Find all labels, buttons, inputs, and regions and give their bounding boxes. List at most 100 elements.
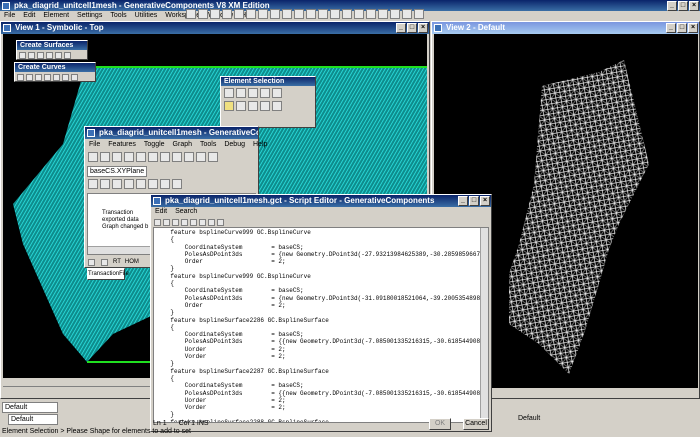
point-icon[interactable] — [100, 179, 110, 189]
fence-icon[interactable] — [236, 88, 246, 98]
variables-icon[interactable] — [208, 152, 218, 162]
base-cs-field[interactable]: baseCS.XYPlane — [87, 166, 147, 177]
shape-icon[interactable] — [248, 101, 258, 111]
solid-icon[interactable] — [136, 179, 146, 189]
script-icon[interactable] — [136, 152, 146, 162]
gc-menu-graph[interactable]: Graph — [173, 140, 192, 150]
snap-icon[interactable] — [390, 9, 400, 19]
curve-tool-icon[interactable] — [17, 74, 24, 82]
clip-volume-icon[interactable] — [366, 9, 376, 19]
play-icon[interactable] — [160, 152, 170, 162]
save-icon[interactable] — [112, 152, 122, 162]
script-vertical-scrollbar[interactable] — [480, 228, 488, 422]
main-menu-edit[interactable]: Edit — [23, 11, 35, 21]
render-icon[interactable] — [330, 9, 340, 19]
main-menu-utilities[interactable]: Utilities — [135, 11, 158, 21]
undo-icon[interactable] — [186, 9, 196, 19]
outdent-icon[interactable] — [208, 219, 215, 227]
gc-menu-debug[interactable]: Debug — [224, 140, 245, 150]
copy-icon[interactable] — [163, 219, 170, 227]
display-style-icon[interactable] — [354, 9, 364, 19]
script-editor-maximize[interactable]: □ — [469, 196, 479, 206]
main-menu-settings[interactable]: Settings — [77, 11, 102, 21]
graph-icon[interactable] — [124, 152, 134, 162]
gc-menu-help[interactable]: Help — [253, 140, 267, 150]
view-previous-icon[interactable] — [282, 9, 292, 19]
script-editor-menu-edit[interactable]: Edit — [155, 207, 167, 217]
view-2-close[interactable]: × — [688, 23, 698, 33]
zoom-in-icon[interactable] — [222, 9, 232, 19]
select-all-icon[interactable] — [224, 101, 234, 111]
gc-menu-tools[interactable]: Tools — [200, 140, 216, 150]
gc-menu-features[interactable]: Features — [108, 140, 136, 150]
main-menu-tools[interactable]: Tools — [110, 11, 126, 21]
script-editor-close[interactable]: × — [480, 196, 490, 206]
view-1-maximize[interactable]: □ — [407, 23, 417, 33]
view-2-minimize[interactable]: _ — [666, 23, 676, 33]
main-menu-element[interactable]: Element — [43, 11, 69, 21]
main-menu-file[interactable]: File — [4, 11, 15, 21]
curve-tool-icon[interactable] — [26, 74, 33, 82]
curve-tool-icon[interactable] — [44, 74, 51, 82]
law-icon[interactable] — [160, 179, 170, 189]
copy-view-icon[interactable] — [306, 9, 316, 19]
feature-icon[interactable] — [88, 179, 98, 189]
clear-icon[interactable] — [236, 101, 246, 111]
pan-view-icon[interactable] — [270, 9, 280, 19]
view-2-maximize[interactable]: □ — [677, 23, 687, 33]
zoom-out-icon[interactable] — [234, 9, 244, 19]
view-next-icon[interactable] — [294, 9, 304, 19]
accudraw-icon[interactable] — [402, 9, 412, 19]
curve-icon[interactable] — [112, 179, 122, 189]
curve-tool-icon[interactable] — [35, 74, 42, 82]
indent-icon[interactable] — [199, 219, 206, 227]
record-icon[interactable] — [196, 152, 206, 162]
circle-icon[interactable] — [272, 101, 282, 111]
measure-icon[interactable] — [378, 9, 388, 19]
curve-tool-icon[interactable] — [62, 74, 69, 82]
replicate-icon[interactable] — [172, 179, 182, 189]
redo-icon[interactable] — [198, 9, 208, 19]
symbolic-icon[interactable] — [148, 152, 158, 162]
camera-icon[interactable] — [318, 9, 328, 19]
gc-menu-file[interactable]: File — [89, 140, 100, 150]
find-icon[interactable] — [181, 219, 188, 227]
surface-tool-icon[interactable] — [37, 52, 44, 60]
surface-tool-icon[interactable] — [46, 52, 53, 60]
gc-menu-toggle[interactable]: Toggle — [144, 140, 165, 150]
surface-tool-icon[interactable] — [19, 52, 26, 60]
surface-tool-icon[interactable] — [64, 52, 71, 60]
tab-transaction-file[interactable]: TransactionFile — [87, 268, 129, 280]
surface-tool-icon[interactable] — [55, 52, 62, 60]
cut-icon[interactable] — [154, 219, 161, 227]
view-1-minimize[interactable]: _ — [396, 23, 406, 33]
invert-icon[interactable] — [272, 88, 282, 98]
step-icon[interactable] — [184, 152, 194, 162]
script-editor-menu-search[interactable]: Search — [175, 207, 197, 217]
subtract-icon[interactable] — [260, 88, 270, 98]
curve-tool-icon[interactable] — [53, 74, 60, 82]
first-icon[interactable] — [88, 258, 95, 266]
view-1-close[interactable]: × — [418, 23, 428, 33]
surface-tool-icon[interactable] — [28, 52, 35, 60]
level-icon[interactable] — [342, 9, 352, 19]
stop-icon[interactable] — [172, 152, 182, 162]
prev-icon[interactable] — [101, 258, 108, 266]
transform-icon[interactable] — [148, 179, 158, 189]
add-icon[interactable] — [248, 88, 258, 98]
help-icon[interactable] — [414, 9, 424, 19]
level-dropdown-2[interactable]: Default — [8, 414, 58, 425]
compile-icon[interactable] — [217, 219, 224, 227]
curve-tool-icon[interactable] — [71, 74, 78, 82]
rotate-view-icon[interactable] — [258, 9, 268, 19]
fit-view-icon[interactable] — [210, 9, 220, 19]
new-icon[interactable] — [88, 152, 98, 162]
level-dropdown[interactable]: Default — [2, 402, 58, 413]
window-area-icon[interactable] — [246, 9, 256, 19]
replace-icon[interactable] — [190, 219, 197, 227]
line-icon[interactable] — [260, 101, 270, 111]
script-editor-minimize[interactable]: _ — [458, 196, 468, 206]
paste-icon[interactable] — [172, 219, 179, 227]
surface-icon[interactable] — [124, 179, 134, 189]
arrow-select-icon[interactable] — [224, 88, 234, 98]
